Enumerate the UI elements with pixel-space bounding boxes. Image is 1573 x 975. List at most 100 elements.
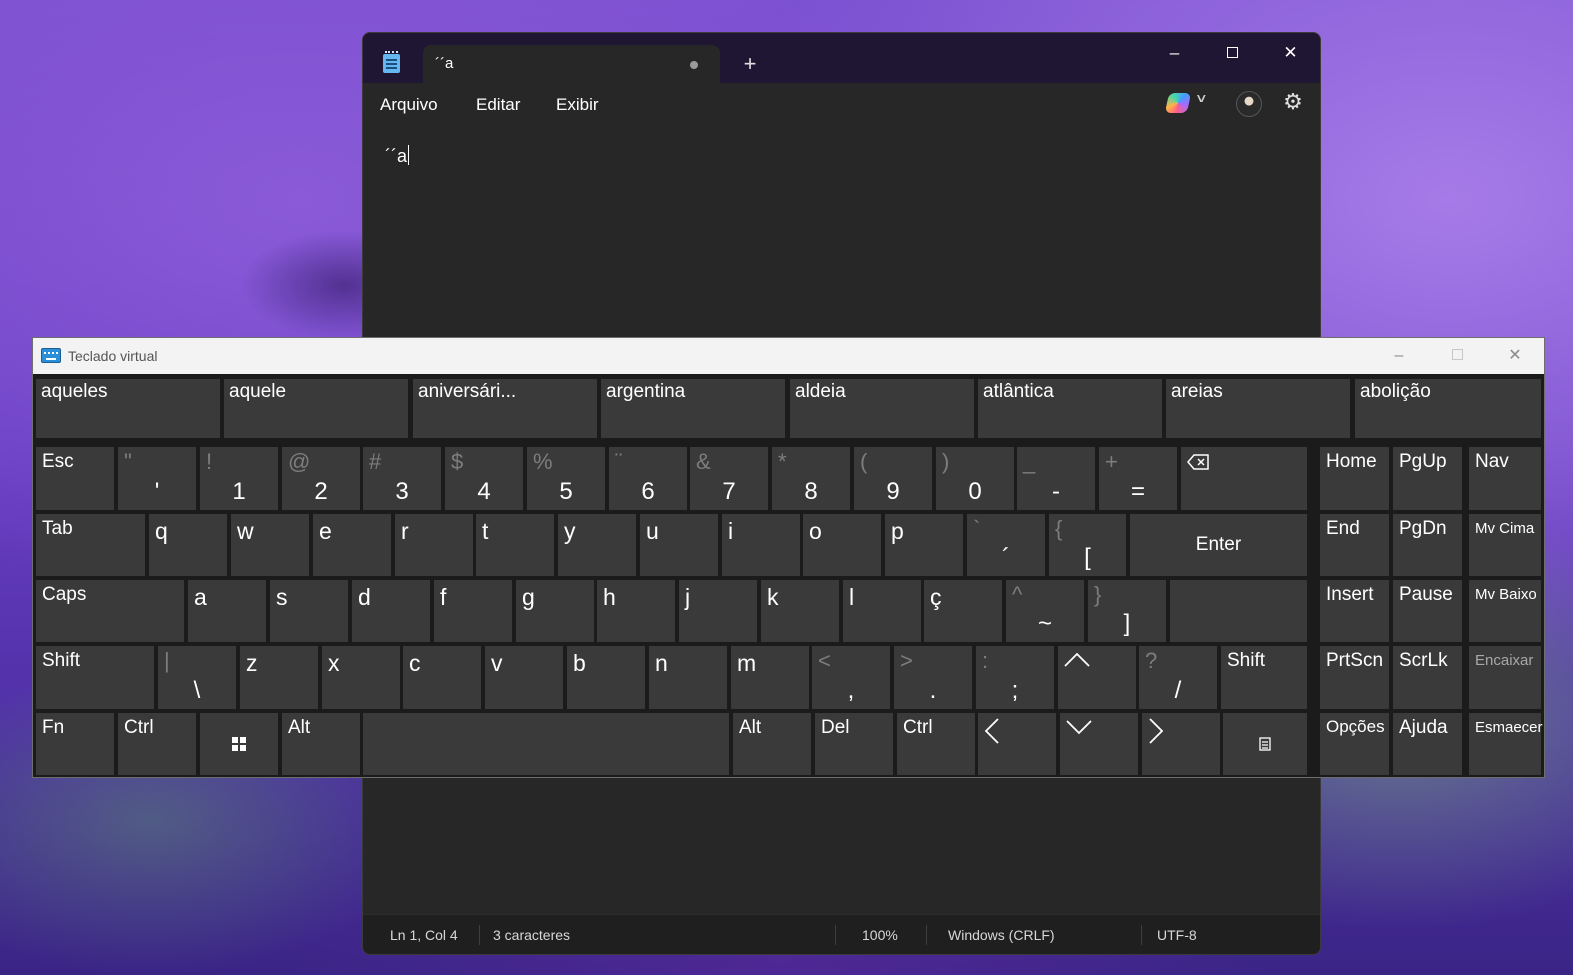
key-3[interactable]: #3 xyxy=(363,447,441,510)
key-tab[interactable]: Tab xyxy=(36,514,145,576)
key-ctrl-left[interactable]: Ctrl xyxy=(118,713,196,775)
osk-close-button[interactable]: ✕ xyxy=(1495,342,1535,370)
key-pause[interactable]: Pause xyxy=(1393,580,1462,642)
key-8[interactable]: * 8 xyxy=(772,447,850,510)
key-pgup[interactable]: PgUp xyxy=(1393,447,1462,510)
key-arrow-up[interactable] xyxy=(1058,646,1136,709)
menu-exibir[interactable]: Exibir xyxy=(556,95,599,115)
status-encoding[interactable]: UTF-8 xyxy=(1157,927,1197,943)
key-quote[interactable]: " ' xyxy=(118,447,196,510)
key-o[interactable]: o xyxy=(803,514,881,576)
suggestion-item[interactable]: atlântica xyxy=(978,379,1162,438)
key-insert[interactable]: Insert xyxy=(1320,580,1389,642)
status-zoom[interactable]: 100% xyxy=(862,927,898,943)
key-windows[interactable] xyxy=(200,713,278,775)
key-mv-baixo[interactable]: Mv Baixo xyxy=(1469,580,1541,642)
key-m[interactable]: m xyxy=(731,646,809,709)
key-mv-cima[interactable]: Mv Cima xyxy=(1469,514,1541,576)
key-t[interactable]: t xyxy=(476,514,554,576)
key-c[interactable]: c xyxy=(403,646,481,709)
gear-icon[interactable]: ⚙ xyxy=(1280,89,1306,115)
key-alt-left[interactable]: Alt xyxy=(282,713,360,775)
key-opcoes[interactable]: Opções xyxy=(1320,713,1389,775)
avatar[interactable] xyxy=(1236,91,1262,117)
key-semicolon[interactable]: :; xyxy=(976,646,1054,709)
suggestion-item[interactable]: argentina xyxy=(601,379,785,438)
key-ctrl-right[interactable]: Ctrl xyxy=(897,713,975,775)
key-space[interactable] xyxy=(363,713,729,775)
key-h[interactable]: h xyxy=(597,580,675,642)
key-i[interactable]: i xyxy=(722,514,800,576)
key-w[interactable]: w xyxy=(231,514,309,576)
menu-editar[interactable]: Editar xyxy=(476,95,520,115)
notepad-editor[interactable]: ´´a xyxy=(385,145,409,167)
key-backslash[interactable]: | \ xyxy=(158,646,236,709)
key-c-cedilla[interactable]: ç xyxy=(924,580,1002,642)
key-p[interactable]: p xyxy=(885,514,963,576)
key-pgdn[interactable]: PgDn xyxy=(1393,514,1462,576)
key-k[interactable]: k xyxy=(761,580,839,642)
key-b[interactable]: b xyxy=(567,646,645,709)
close-button[interactable]: ✕ xyxy=(1263,35,1318,71)
minimize-button[interactable]: – xyxy=(1147,35,1202,71)
key-bracket-left[interactable]: {[ xyxy=(1049,514,1126,576)
key-comma[interactable]: <, xyxy=(812,646,890,709)
key-shift-right[interactable]: Shift xyxy=(1221,646,1307,709)
key-enter-lower[interactable] xyxy=(1170,580,1307,642)
suggestion-item[interactable]: areias xyxy=(1166,379,1350,438)
key-context-menu[interactable] xyxy=(1223,713,1307,775)
key-d[interactable]: d xyxy=(352,580,430,642)
maximize-button[interactable] xyxy=(1205,35,1260,71)
osk-minimize-button[interactable]: – xyxy=(1379,342,1419,370)
status-line-ending[interactable]: Windows (CRLF) xyxy=(948,927,1055,943)
key-f[interactable]: f xyxy=(434,580,512,642)
key-end[interactable]: End xyxy=(1320,514,1389,576)
key-arrow-down[interactable] xyxy=(1060,713,1138,775)
key-alt-right[interactable]: Alt xyxy=(733,713,811,775)
key-slash[interactable]: ? / xyxy=(1139,646,1217,709)
key-a[interactable]: a xyxy=(188,580,266,642)
key-v[interactable]: v xyxy=(485,646,563,709)
key-z[interactable]: z xyxy=(240,646,318,709)
notepad-tab[interactable]: ´´a xyxy=(423,45,720,83)
key-home[interactable]: Home xyxy=(1320,447,1389,510)
key-2[interactable]: @2 xyxy=(282,447,360,510)
key-fn[interactable]: Fn xyxy=(36,713,114,775)
key-nav[interactable]: Nav xyxy=(1469,447,1541,510)
key-s[interactable]: s xyxy=(270,580,348,642)
key-bracket-right[interactable]: }] xyxy=(1088,580,1166,642)
key-enter[interactable]: Enter xyxy=(1130,514,1307,576)
menu-arquivo[interactable]: Arquivo xyxy=(380,95,438,115)
key-1[interactable]: ! 1 xyxy=(200,447,278,510)
suggestion-item[interactable]: abolição xyxy=(1355,379,1541,438)
key-7[interactable]: & 7 xyxy=(690,447,768,510)
key-ajuda[interactable]: Ajuda xyxy=(1393,713,1462,775)
key-scrlk[interactable]: ScrLk xyxy=(1393,646,1462,709)
key-caps[interactable]: Caps xyxy=(36,580,184,642)
suggestion-item[interactable]: aquele xyxy=(224,379,408,438)
key-j[interactable]: j xyxy=(679,580,757,642)
key-equals[interactable]: + = xyxy=(1099,447,1177,510)
suggestion-item[interactable]: aniversári... xyxy=(413,379,597,438)
suggestion-item[interactable]: aldeia xyxy=(790,379,974,438)
key-shift-left[interactable]: Shift xyxy=(36,646,154,709)
key-minus[interactable]: _ - xyxy=(1017,447,1095,510)
key-9[interactable]: (9 xyxy=(854,447,932,510)
key-5[interactable]: % 5 xyxy=(527,447,605,510)
key-q[interactable]: q xyxy=(149,514,227,576)
key-6[interactable]: ¨ 6 xyxy=(609,447,687,510)
key-backspace[interactable] xyxy=(1181,447,1307,510)
key-esmaecer[interactable]: Esmaecer xyxy=(1469,713,1543,775)
key-period[interactable]: >. xyxy=(894,646,972,709)
key-arrow-left[interactable] xyxy=(978,713,1056,775)
key-g[interactable]: g xyxy=(516,580,594,642)
key-u[interactable]: u xyxy=(640,514,718,576)
key-n[interactable]: n xyxy=(649,646,727,709)
new-tab-button[interactable]: + xyxy=(735,49,765,79)
key-tilde[interactable]: ^ ~ xyxy=(1006,580,1084,642)
key-r[interactable]: r xyxy=(395,514,473,576)
unsaved-indicator-icon[interactable] xyxy=(690,61,698,69)
chevron-down-icon[interactable]: ∨ xyxy=(1195,91,1208,105)
key-e[interactable]: e xyxy=(313,514,391,576)
key-acute[interactable]: ` ´ xyxy=(967,514,1045,576)
